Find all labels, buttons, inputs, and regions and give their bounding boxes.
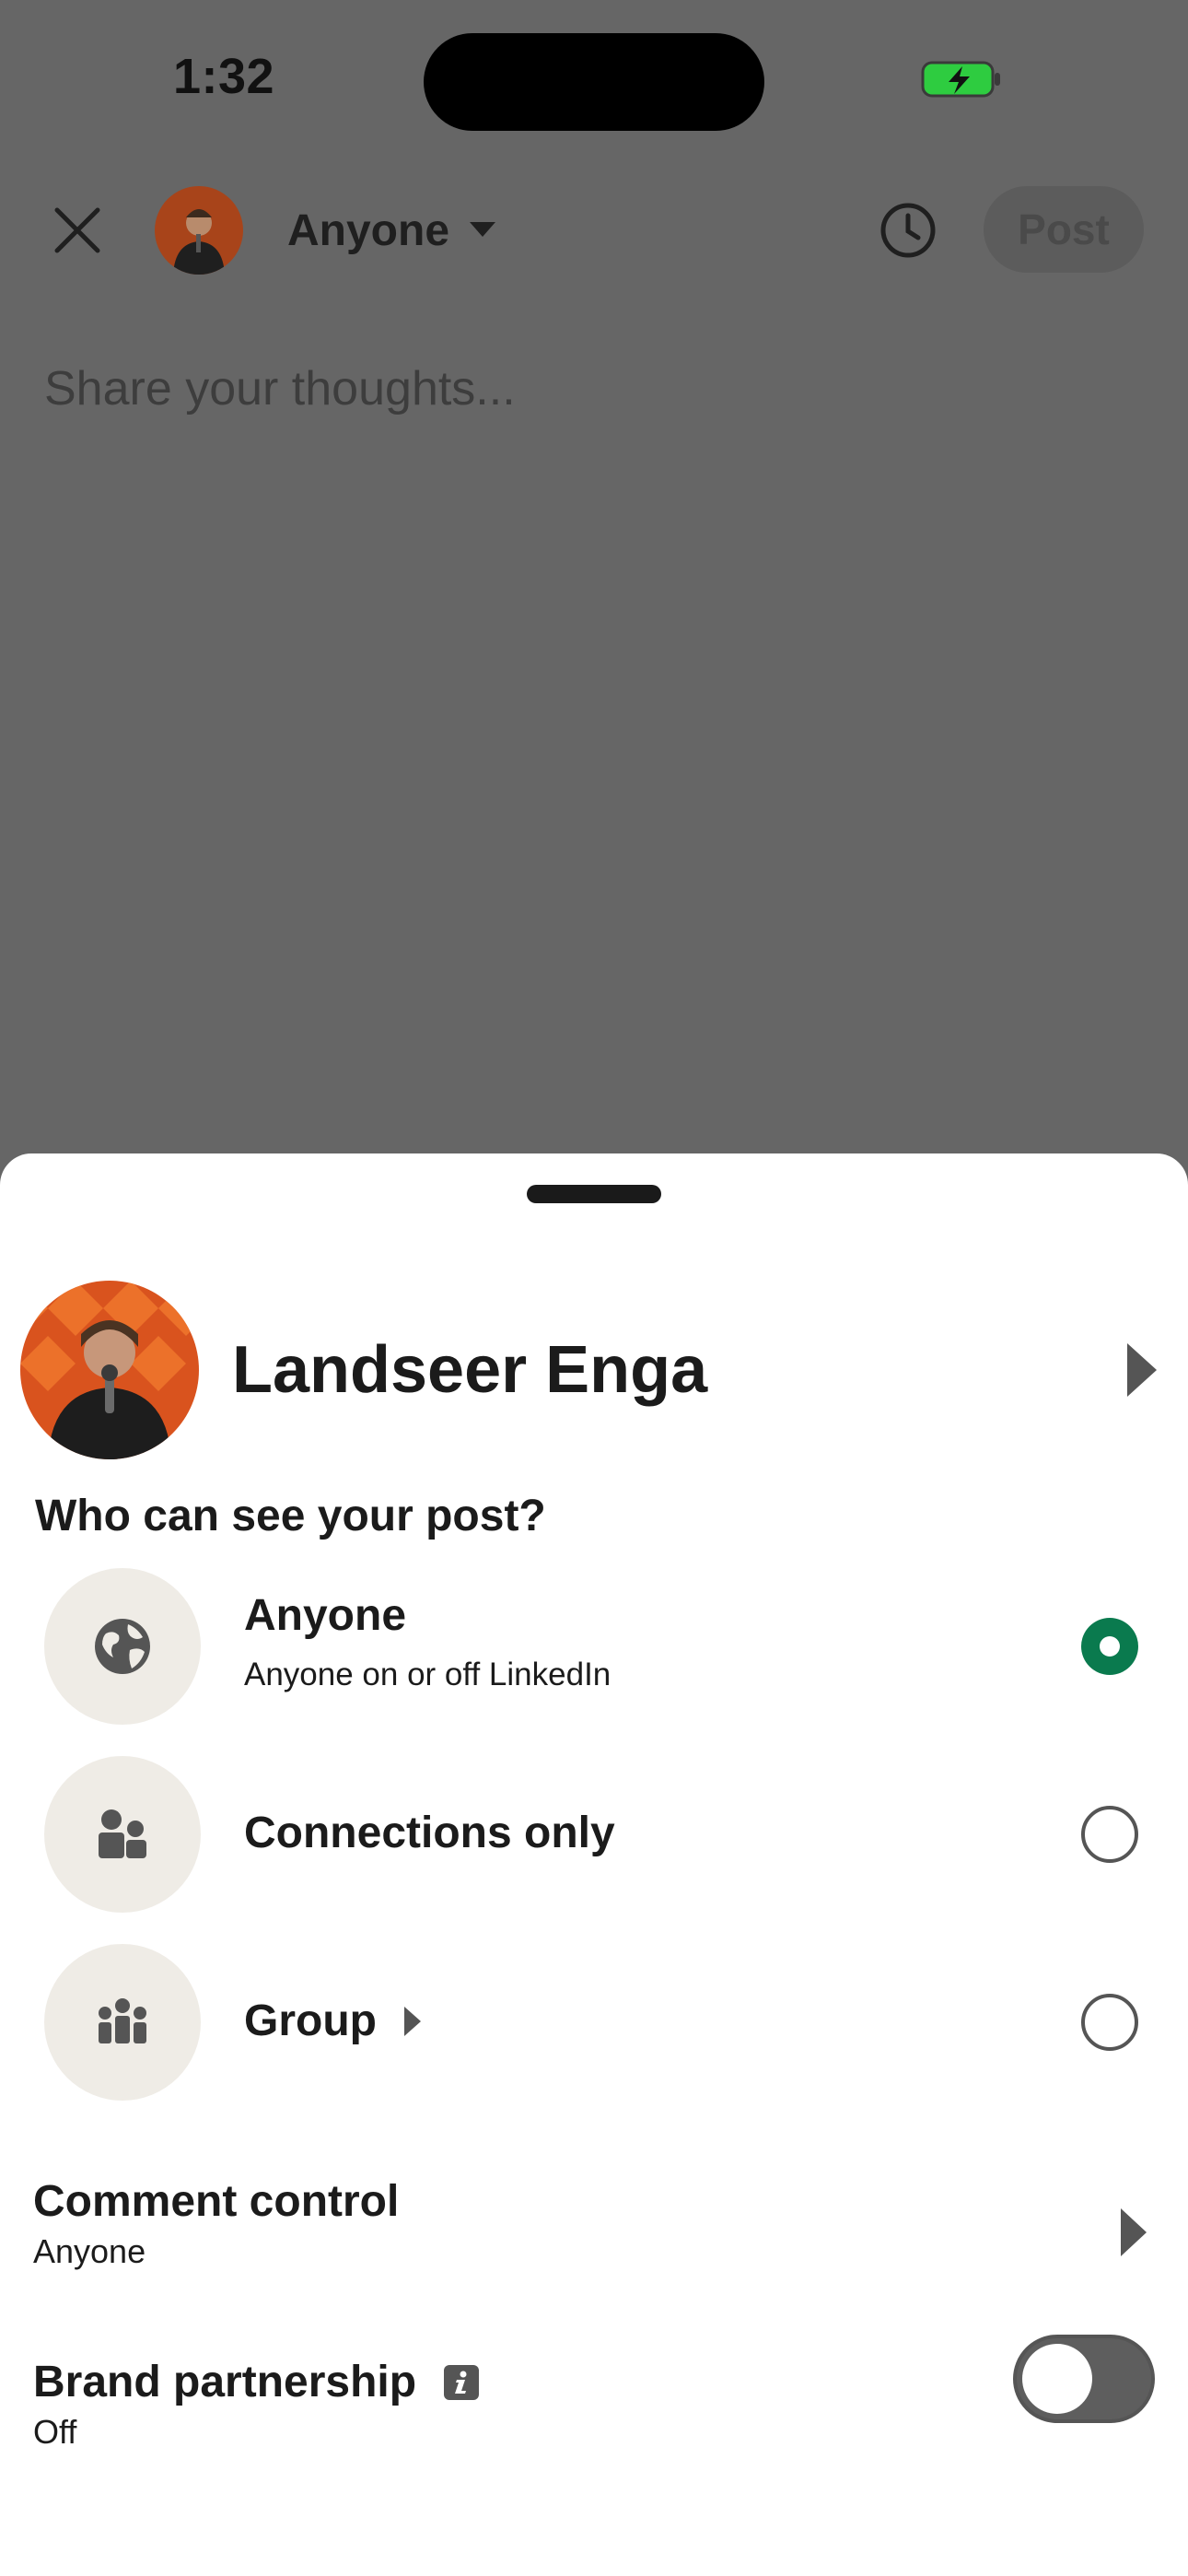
radio-connections-only[interactable] — [1081, 1806, 1138, 1863]
dynamic-island — [424, 33, 764, 131]
people-icon — [99, 1809, 146, 1858]
option-title: Connections only — [244, 1809, 615, 1857]
sheet-drag-handle[interactable] — [527, 1185, 661, 1203]
clock-icon — [880, 203, 936, 258]
header-avatar[interactable] — [155, 186, 243, 275]
option-subtitle: Anyone on or off LinkedIn — [244, 1657, 611, 1692]
profile-avatar — [20, 1281, 199, 1459]
caret-down-icon — [470, 222, 496, 237]
close-button[interactable] — [42, 195, 112, 265]
option-group[interactable]: Group — [0, 1944, 1188, 2101]
comment-control-value: Anyone — [33, 2232, 146, 2270]
close-icon — [54, 207, 100, 253]
brand-partnership-title: Brand partnership — [33, 2358, 417, 2406]
option-anyone[interactable]: Anyone Anyone on or off LinkedIn — [0, 1568, 1188, 1725]
brand-partnership-value: Off — [33, 2413, 77, 2451]
globe-icon-container — [44, 1568, 201, 1725]
post-button[interactable]: Post — [984, 186, 1144, 273]
comment-control-row[interactable]: Comment control Anyone — [33, 2176, 1157, 2287]
chevron-right-icon — [1121, 2208, 1147, 2256]
profile-row[interactable]: Landseer Enga — [20, 1281, 1170, 1461]
battery-charging-icon — [921, 61, 1000, 98]
visibility-question: Who can see your post? — [35, 1492, 546, 1540]
avatar — [155, 186, 243, 275]
people-icon-container — [44, 1756, 201, 1913]
brand-partnership-row: Brand partnership Off — [33, 2335, 1157, 2467]
option-title: Group — [244, 1996, 377, 2045]
option-connections-only[interactable]: Connections only — [0, 1756, 1188, 1913]
caret-right-icon — [403, 2006, 421, 2036]
comment-control-title: Comment control — [33, 2177, 400, 2226]
option-title: Anyone — [244, 1591, 407, 1640]
avatar — [20, 1281, 199, 1459]
brand-partnership-toggle[interactable] — [1013, 2335, 1155, 2423]
option-title-row: Group — [244, 1996, 423, 2046]
status-time: 1:32 — [173, 49, 275, 104]
schedule-button[interactable] — [873, 195, 943, 265]
globe-icon — [95, 1619, 150, 1674]
audience-selector[interactable]: Anyone — [287, 197, 496, 263]
toggle-knob — [1022, 2344, 1092, 2414]
post-text-input[interactable]: Share your thoughts... — [44, 361, 516, 416]
profile-name: Landseer Enga — [232, 1333, 708, 1407]
chevron-right-icon — [1127, 1343, 1157, 1397]
radio-anyone[interactable] — [1081, 1618, 1138, 1675]
group-icon-container — [44, 1944, 201, 2101]
audience-label: Anyone — [287, 205, 450, 255]
radio-group[interactable] — [1081, 1994, 1138, 2051]
info-icon[interactable] — [444, 2364, 480, 2400]
group-icon — [99, 1998, 146, 2043]
visibility-sheet: Landseer Enga Who can see your post? Any… — [0, 1153, 1188, 2576]
